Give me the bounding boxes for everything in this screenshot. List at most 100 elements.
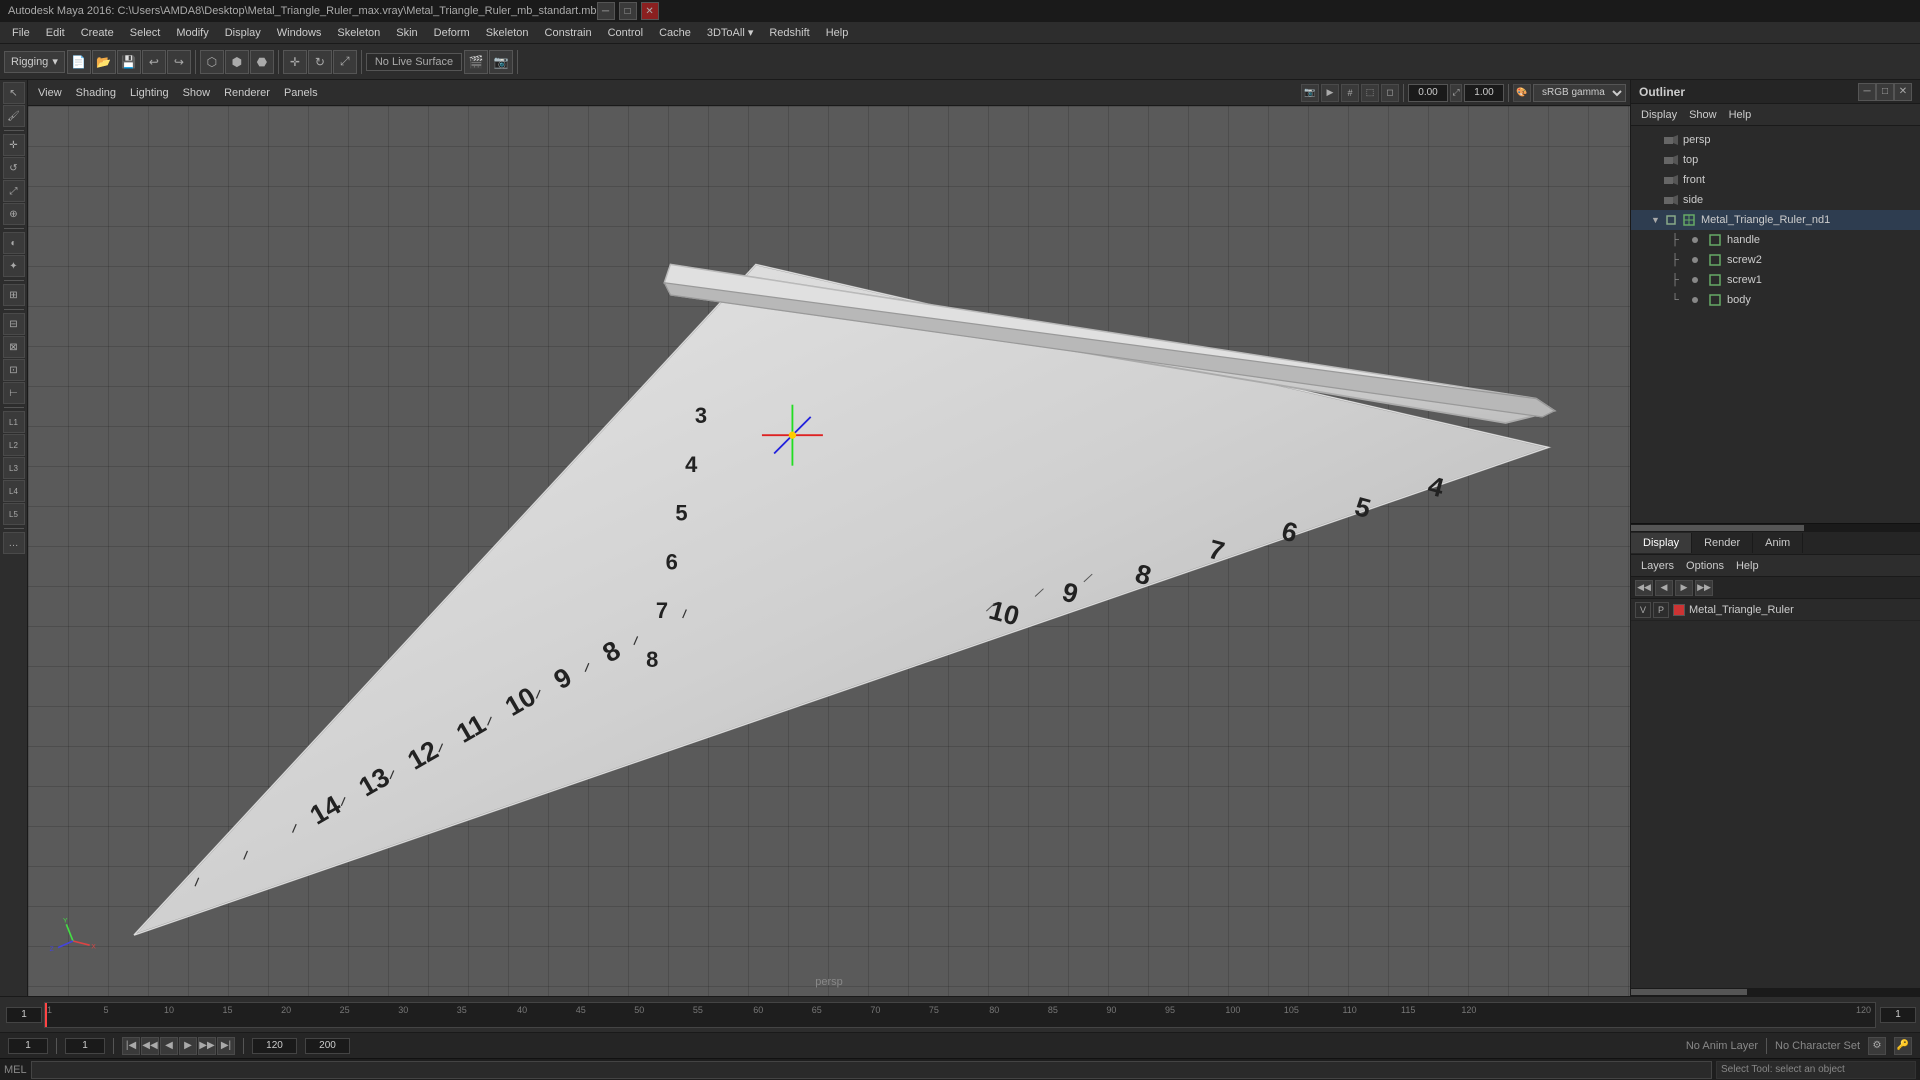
layer-prev-btn[interactable]: ◀ (1655, 580, 1673, 596)
menu-3dtoall[interactable]: 3DToAll ▾ (699, 24, 761, 41)
right-panel-scrollbar[interactable] (1631, 989, 1747, 995)
new-btn[interactable]: 📄 (67, 50, 91, 74)
lasso-tool[interactable]: ⬢ (225, 50, 249, 74)
outliner-item-persp[interactable]: persp (1631, 130, 1920, 150)
menu-edit[interactable]: Edit (38, 25, 73, 41)
outliner-item-metal-ruler[interactable]: ▼ Metal_Triangle_Ruler_nd1 (1631, 210, 1920, 230)
menu-redshift[interactable]: Redshift (761, 25, 817, 41)
vp-scale-input[interactable] (1464, 84, 1504, 102)
cb-options-menu[interactable]: Options (1680, 558, 1730, 574)
layer-pick-btn[interactable]: P (1653, 602, 1669, 618)
range-end-input[interactable] (305, 1038, 350, 1054)
layer-item-metal-ruler[interactable]: V P Metal_Triangle_Ruler (1631, 599, 1920, 621)
snap-grid-btn[interactable]: ⊟ (3, 313, 25, 335)
character-set-btn[interactable]: ⚙ (1868, 1037, 1886, 1055)
vp-panels-menu[interactable]: Panels (278, 85, 324, 101)
menu-constrain[interactable]: Constrain (537, 25, 600, 41)
vp-gamma-dropdown[interactable]: sRGB gamma Linear (1533, 84, 1626, 102)
layer-next-btn[interactable]: ▶ (1675, 580, 1693, 596)
viewport-canvas[interactable]: 14 13 12 11 10 9 8 3 4 5 6 7 8 10 9 8 7 … (28, 106, 1630, 996)
minimize-button[interactable]: ─ (597, 2, 615, 20)
layer1-btn[interactable]: L1 (3, 411, 25, 433)
vp-renderer-menu[interactable]: Renderer (218, 85, 276, 101)
show-manip-btn[interactable]: ⊞ (3, 284, 25, 306)
sculpt-btn[interactable]: ✦ (3, 255, 25, 277)
snap-curve-btn[interactable]: ⊠ (3, 336, 25, 358)
outliner-item-screw1[interactable]: ├ screw1 (1631, 270, 1920, 290)
extras-btn[interactable]: … (3, 532, 25, 554)
universal-manip-btn[interactable]: ⊕ (3, 203, 25, 225)
outliner-scrollbar[interactable] (1631, 525, 1804, 531)
autokey-btn[interactable]: 🔑 (1894, 1037, 1912, 1055)
outliner-maximize[interactable]: □ (1876, 83, 1894, 101)
select-tool[interactable]: ⬡ (200, 50, 224, 74)
vp-field-scale-btn[interactable]: ⤢ (1450, 84, 1462, 102)
close-button[interactable]: ✕ (641, 2, 659, 20)
layer2-btn[interactable]: L2 (3, 434, 25, 456)
rotate-tool[interactable]: ↻ (308, 50, 332, 74)
ipr-btn[interactable]: 📷 (489, 50, 513, 74)
menu-skin[interactable]: Skin (388, 25, 425, 41)
menu-cache[interactable]: Cache (651, 25, 699, 41)
play-back-btn[interactable]: ◀ (160, 1037, 178, 1055)
vp-grid-btn[interactable]: # (1341, 84, 1359, 102)
vp-shading-menu[interactable]: Shading (70, 85, 122, 101)
outliner-item-screw2[interactable]: ├ screw2 (1631, 250, 1920, 270)
goto-start-btn[interactable]: |◀ (122, 1037, 140, 1055)
tab-display[interactable]: Display (1631, 533, 1692, 553)
paint-select-btn[interactable]: 🖌 (3, 105, 25, 127)
move-tool[interactable]: ✛ (283, 50, 307, 74)
layer3-btn[interactable]: L3 (3, 457, 25, 479)
menu-select[interactable]: Select (122, 25, 169, 41)
menu-display[interactable]: Display (217, 25, 269, 41)
menu-create[interactable]: Create (73, 25, 122, 41)
inner-frame-input[interactable] (65, 1038, 105, 1054)
outliner-minimize[interactable]: ─ (1858, 83, 1876, 101)
snap-surface-btn[interactable]: ⊢ (3, 382, 25, 404)
outliner-item-body[interactable]: └ body (1631, 290, 1920, 310)
current-frame-input[interactable] (8, 1038, 48, 1054)
menu-control[interactable]: Control (600, 25, 651, 41)
paint-tool[interactable]: ⬣ (250, 50, 274, 74)
vp-render-btn[interactable]: ▶ (1321, 84, 1339, 102)
render-btn[interactable]: 🎬 (464, 50, 488, 74)
menu-modify[interactable]: Modify (168, 25, 216, 41)
menu-windows[interactable]: Windows (269, 25, 330, 41)
timeline-ruler[interactable]: 1 5 10 15 20 25 30 35 40 45 50 55 60 65 … (44, 1002, 1876, 1028)
cb-help-menu[interactable]: Help (1730, 558, 1765, 574)
open-btn[interactable]: 📂 (92, 50, 116, 74)
outliner-item-side[interactable]: side (1631, 190, 1920, 210)
vp-camera-btn[interactable]: 📷 (1301, 84, 1319, 102)
maximize-button[interactable]: □ (619, 2, 637, 20)
rotate-btn[interactable]: ↺ (3, 157, 25, 179)
tab-render[interactable]: Render (1692, 533, 1753, 553)
layer-first-btn[interactable]: ◀◀ (1635, 580, 1653, 596)
layer-last-btn[interactable]: ▶▶ (1695, 580, 1713, 596)
select-tool-btn[interactable]: ↖ (3, 82, 25, 104)
undo-btn[interactable]: ↩ (142, 50, 166, 74)
outliner-show-menu[interactable]: Show (1683, 107, 1723, 123)
vp-view-menu[interactable]: View (32, 85, 68, 101)
tab-anim[interactable]: Anim (1753, 533, 1803, 553)
snap-point-btn[interactable]: ⊡ (3, 359, 25, 381)
menu-skeleton2[interactable]: Skeleton (478, 25, 537, 41)
vp-show-menu[interactable]: Show (177, 85, 217, 101)
layer-visibility-btn[interactable]: V (1635, 602, 1651, 618)
outliner-item-front[interactable]: front (1631, 170, 1920, 190)
cb-layers-menu[interactable]: Layers (1635, 558, 1680, 574)
menu-file[interactable]: File (4, 25, 38, 41)
end-frame-input[interactable] (252, 1038, 297, 1054)
soft-mod-btn[interactable]: ◐ (3, 232, 25, 254)
outliner-item-handle[interactable]: ├ handle (1631, 230, 1920, 250)
outliner-scroll[interactable] (1631, 523, 1920, 531)
menu-help[interactable]: Help (818, 25, 857, 41)
vp-lighting-menu[interactable]: Lighting (124, 85, 175, 101)
step-back-btn[interactable]: ◀◀ (141, 1037, 159, 1055)
move-btn[interactable]: ✛ (3, 134, 25, 156)
redo-btn[interactable]: ↪ (167, 50, 191, 74)
right-panel-scroll[interactable] (1631, 988, 1920, 996)
outliner-close[interactable]: ✕ (1894, 83, 1912, 101)
step-fwd-btn[interactable]: ▶▶ (198, 1037, 216, 1055)
frame-end-input[interactable] (1880, 1007, 1916, 1023)
mel-input[interactable] (31, 1061, 1712, 1079)
